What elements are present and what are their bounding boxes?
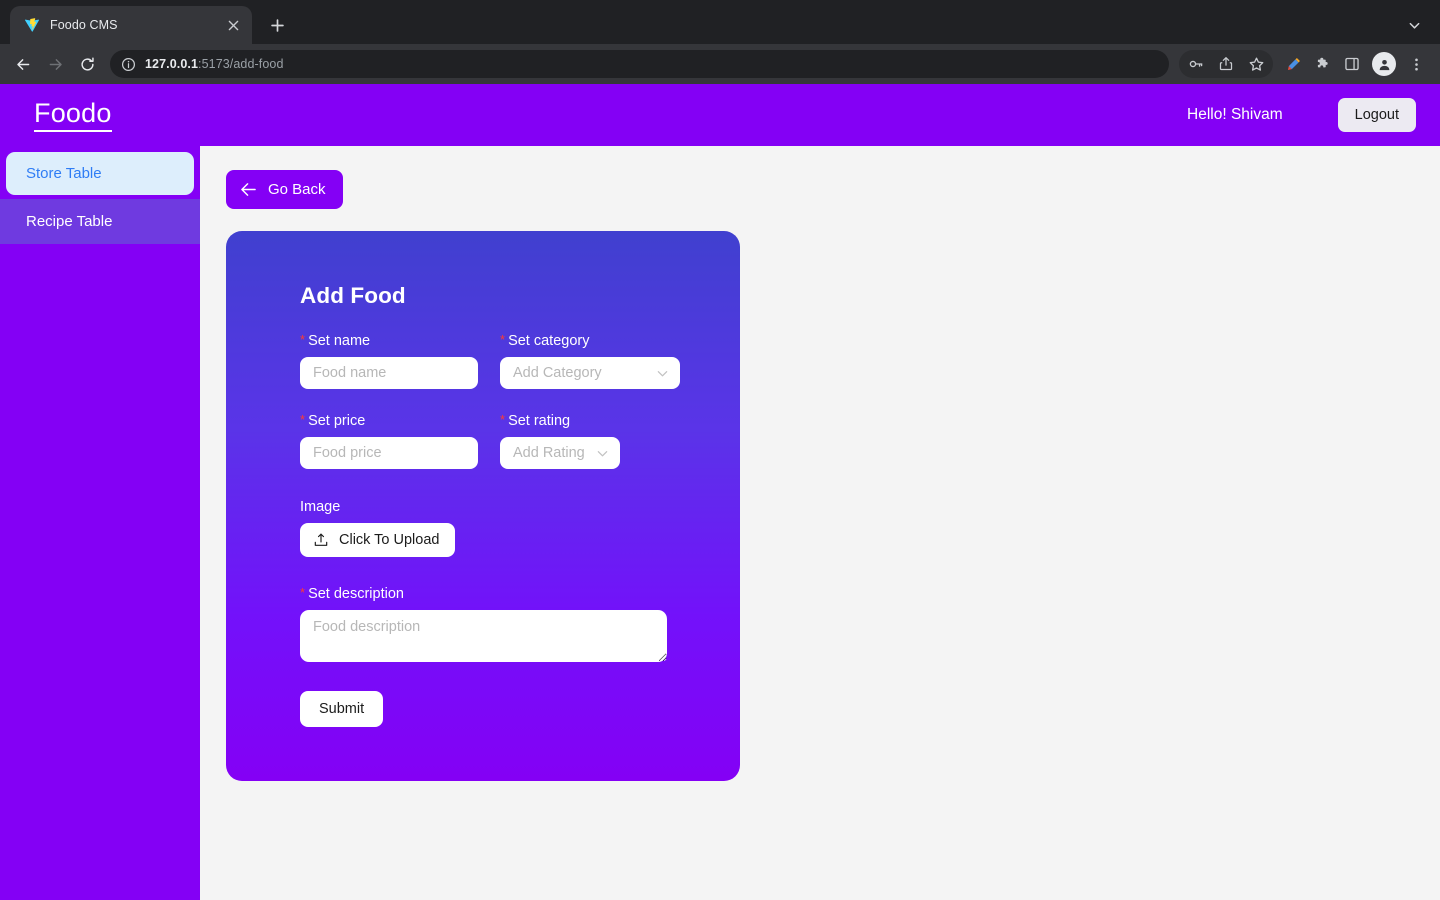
browser-toolbar: 127.0.0.1:5173/add-food	[0, 44, 1440, 84]
field-price: * Set price	[300, 412, 478, 469]
page-title: Add Food	[300, 283, 406, 308]
label-text: Set rating	[508, 413, 571, 429]
rating-select[interactable]: Add Rating	[500, 437, 620, 469]
main-content: Go Back Add Food *Set name *	[200, 146, 1440, 900]
label-text: Set name	[308, 333, 371, 349]
arrow-left-icon[interactable]	[8, 49, 38, 79]
required-marker: *	[300, 332, 306, 347]
password-key-icon[interactable]	[1182, 50, 1210, 78]
logout-button[interactable]: Logout	[1337, 98, 1416, 132]
sidebar-item-label: Store Table	[26, 165, 102, 182]
greeting-text: Hello! Shivam	[1187, 106, 1283, 123]
rating-select-value: Add Rating	[513, 445, 585, 461]
tab-strip: Foodo CMS	[0, 0, 1440, 44]
sidebar-item-recipe-table[interactable]: Recipe Table	[0, 199, 200, 244]
upload-icon	[314, 533, 328, 546]
side-panel-icon[interactable]	[1338, 50, 1366, 78]
label-text: Set price	[308, 413, 366, 429]
arrow-left-icon	[241, 183, 256, 196]
field-description: * Set description	[300, 585, 740, 662]
sidebar-item-label: Recipe Table	[26, 213, 113, 230]
pen-highlighter-icon[interactable]	[1280, 50, 1308, 78]
app-header: Foodo Hello! Shivam Logout	[0, 84, 1440, 146]
reload-icon[interactable]	[72, 49, 102, 79]
field-image-label: Image	[300, 499, 341, 515]
field-name: * Set name	[300, 332, 478, 389]
required-marker: *	[300, 412, 306, 427]
app-logo[interactable]: Foodo	[34, 98, 112, 133]
url-host: 127.0.0.1	[145, 57, 199, 71]
body-row: Store Table Recipe Table Go Back Add Foo…	[0, 146, 1440, 900]
share-icon[interactable]	[1212, 50, 1240, 78]
sidebar-filler	[0, 244, 200, 900]
field-price-label: * Set price	[300, 412, 478, 429]
field-category-label: * Set category	[500, 332, 680, 349]
go-back-button[interactable]: Go Back	[226, 170, 343, 209]
field-description-label: * Set description	[300, 585, 740, 602]
field-image: Image Click To Upload	[300, 499, 740, 557]
food-price-input[interactable]	[300, 437, 478, 469]
field-row-price-rating: *Set price *Set rating Add Rating	[300, 412, 740, 469]
required-marker: *	[300, 585, 306, 600]
profile-avatar-icon[interactable]	[1372, 52, 1396, 76]
food-name-input[interactable]	[300, 357, 478, 389]
web-page: Foodo Hello! Shivam Logout Store Table R…	[0, 84, 1440, 900]
category-select[interactable]: Add Category	[500, 357, 680, 389]
label-text: Set category	[508, 333, 590, 349]
browser-tab[interactable]: Foodo CMS	[10, 6, 252, 44]
food-description-textarea[interactable]	[300, 610, 667, 662]
add-food-card: Add Food *Set name *Set category	[226, 231, 740, 781]
submit-button[interactable]: Submit	[300, 691, 384, 727]
field-rating: * Set rating Add Rating	[500, 412, 620, 469]
field-category: * Set category Add Category	[500, 332, 680, 389]
upload-image-button[interactable]: Click To Upload	[300, 523, 456, 557]
chevron-down-icon	[656, 367, 669, 380]
more-vertical-icon[interactable]	[1402, 50, 1430, 78]
tab-title: Foodo CMS	[50, 18, 118, 32]
close-icon[interactable]	[224, 16, 242, 34]
toolbar-icon-group	[1179, 50, 1430, 78]
upload-button-label: Click To Upload	[339, 532, 440, 548]
url-text: 127.0.0.1:5173/add-food	[145, 57, 284, 71]
chevron-down-icon[interactable]	[1400, 11, 1428, 39]
sidebar: Store Table Recipe Table	[0, 146, 200, 900]
field-row-name-category: *Set name *Set category Add Category	[300, 332, 740, 389]
vite-logo-icon	[24, 18, 39, 32]
chevron-down-icon	[596, 447, 609, 460]
new-tab-button[interactable]	[262, 10, 292, 40]
required-marker: *	[500, 412, 506, 427]
header-right-group: Hello! Shivam Logout	[1187, 98, 1416, 132]
sidebar-item-store-table[interactable]: Store Table	[6, 152, 194, 195]
info-circle-icon	[121, 57, 136, 71]
label-text: Set description	[308, 586, 404, 602]
field-rating-label: * Set rating	[500, 412, 620, 429]
url-path: :5173/add-food	[198, 57, 284, 71]
browser-window: Foodo CMS 127.0.0.1:5173/add-food Foodo …	[0, 0, 1440, 900]
field-name-label: * Set name	[300, 332, 478, 349]
go-back-label: Go Back	[268, 181, 326, 198]
arrow-right-icon	[40, 49, 70, 79]
required-marker: *	[500, 332, 506, 347]
extensions-puzzle-icon[interactable]	[1309, 50, 1337, 78]
bookmark-star-icon[interactable]	[1242, 50, 1270, 78]
category-select-value: Add Category	[513, 365, 602, 381]
address-bar[interactable]: 127.0.0.1:5173/add-food	[110, 50, 1169, 78]
toolbar-pill	[1179, 50, 1273, 78]
